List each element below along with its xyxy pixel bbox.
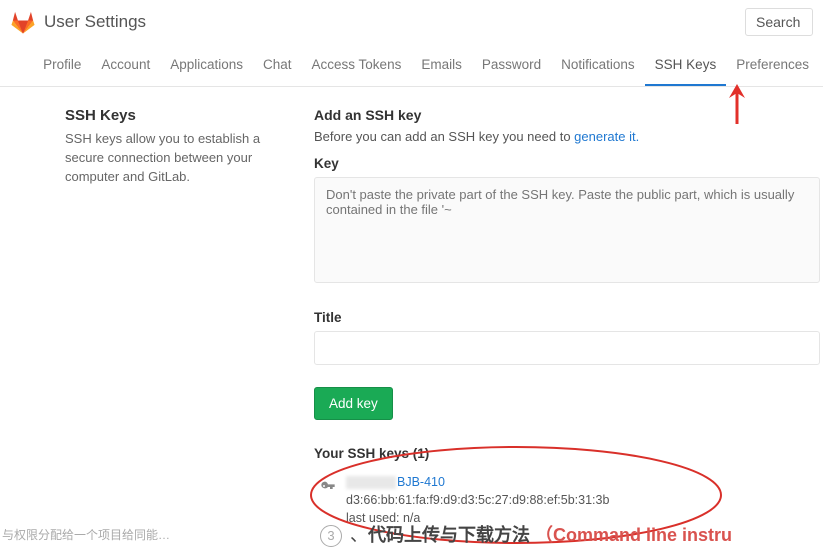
title-label: Title <box>314 310 823 325</box>
footer-cn-text: 与权限分配给一个项目给同能… <box>2 526 170 543</box>
key-name-redacted <box>346 476 396 489</box>
step-cn: 代码上传与下载方法 <box>368 525 530 545</box>
form-heading: Add an SSH key <box>314 107 823 123</box>
key-icon <box>320 479 336 498</box>
tab-applications[interactable]: Applications <box>160 46 253 86</box>
add-key-button[interactable]: Add key <box>314 387 393 420</box>
keys-list-heading: Your SSH keys (1) <box>314 446 823 461</box>
tab-account[interactable]: Account <box>91 46 160 86</box>
step-number-icon: 3 <box>320 525 342 547</box>
key-fingerprint: d3:66:bb:61:fa:f9:d9:d3:5c:27:d9:88:ef:5… <box>346 491 609 509</box>
page-title: User Settings <box>44 12 146 32</box>
divider: 、 <box>350 525 368 545</box>
header: User Settings Search <box>0 0 823 40</box>
content: SSH Keys SSH keys allow you to establish… <box>0 87 823 527</box>
header-left: User Settings <box>10 9 146 35</box>
sidebar-description: SSH keys allow you to establish a secure… <box>65 130 280 187</box>
key-name[interactable]: BJB-410 <box>397 475 445 489</box>
key-textarea[interactable] <box>314 177 820 283</box>
tab-password[interactable]: Password <box>472 46 551 86</box>
key-label: Key <box>314 156 823 171</box>
generate-link[interactable]: generate it. <box>574 129 639 144</box>
gitlab-logo <box>10 9 36 35</box>
tab-preferences[interactable]: Preferences <box>726 46 819 86</box>
sidebar-heading: SSH Keys <box>65 107 280 124</box>
tab-profile[interactable]: Profile <box>33 46 91 86</box>
main: Add an SSH key Before you can add an SSH… <box>300 107 823 527</box>
search-input[interactable]: Search <box>745 8 813 36</box>
title-input[interactable] <box>314 331 820 365</box>
tab-emails[interactable]: Emails <box>411 46 472 86</box>
form-intro: Before you can add an SSH key you need t… <box>314 129 823 144</box>
tab-chat[interactable]: Chat <box>253 46 302 86</box>
intro-text: Before you can add an SSH key you need t… <box>314 129 574 144</box>
footer-overlay: 与权限分配给一个项目给同能… 3 、代码上传与下载方法 （Command line… <box>0 517 823 547</box>
settings-tabs: Profile Account Applications Chat Access… <box>0 46 823 87</box>
ssh-keys-list: Your SSH keys (1) BJB-410 d3:66:bb:61:fa… <box>314 446 823 527</box>
tab-ssh-keys[interactable]: SSH Keys <box>645 46 727 86</box>
step-en: （Command line instru <box>535 525 732 545</box>
tab-notifications[interactable]: Notifications <box>551 46 645 86</box>
sidebar: SSH Keys SSH keys allow you to establish… <box>0 107 300 527</box>
footer-step-heading: 3 、代码上传与下载方法 （Command line instru <box>320 521 732 547</box>
tab-access-tokens[interactable]: Access Tokens <box>302 46 412 86</box>
